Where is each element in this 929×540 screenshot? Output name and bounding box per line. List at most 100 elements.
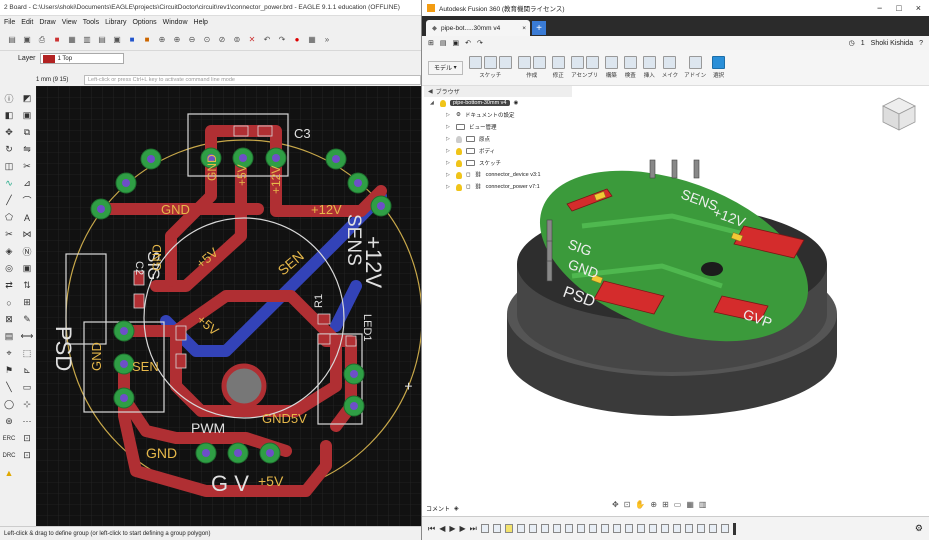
browser-item-sketches[interactable]: ▷ スケッチ	[424, 157, 572, 169]
script-icon[interactable]: ▦	[66, 34, 78, 46]
undo-icon[interactable]: ↶	[465, 39, 471, 47]
mark-icon[interactable]: ▣	[18, 107, 36, 124]
ribbon-addins[interactable]: アドイン	[684, 56, 706, 79]
redo-icon[interactable]: ↷	[477, 39, 483, 47]
visibility-bulb-icon[interactable]	[440, 99, 446, 107]
drc-errors-icon[interactable]: ⊡	[18, 447, 36, 464]
new-tab-button[interactable]: +	[532, 21, 546, 35]
open-icon[interactable]: ▤	[6, 34, 18, 46]
timeline-feature[interactable]	[576, 524, 585, 533]
menu-draw[interactable]: Draw	[39, 19, 55, 26]
layer-select[interactable]: 1 Top	[39, 53, 124, 64]
dimension-icon[interactable]: ⊾	[18, 362, 36, 379]
go-icon[interactable]: ▦	[306, 34, 318, 46]
viewports-icon[interactable]: ▥	[699, 500, 707, 509]
timeline-feature[interactable]	[708, 524, 717, 533]
comment-toggle-icon[interactable]: ◈	[454, 505, 459, 512]
zoom-redraw-icon[interactable]: ⊙	[201, 34, 213, 46]
copy-icon[interactable]: ⧉	[18, 124, 36, 141]
command-input[interactable]: Left-click or press Ctrl+L key to activa…	[84, 75, 421, 85]
timeline-feature[interactable]	[636, 524, 645, 533]
overflow-icon[interactable]: »	[321, 34, 333, 46]
tag-icon[interactable]: ⌖	[0, 345, 18, 362]
timeline-feature[interactable]	[588, 524, 597, 533]
step-back-icon[interactable]: ◀	[439, 524, 445, 533]
record-icon[interactable]: ◉	[514, 100, 519, 106]
timeline-feature[interactable]	[672, 524, 681, 533]
expand-icon[interactable]: ▷	[446, 184, 452, 190]
change-icon[interactable]: ✎	[18, 311, 36, 328]
document-tab[interactable]: ◆ pipe-bot.....30mm v4 ×	[426, 20, 530, 36]
swap-icon[interactable]: ⇅	[18, 277, 36, 294]
timeline-feature[interactable]	[528, 524, 537, 533]
ratsnest-tool-icon[interactable]: ⊹	[18, 396, 36, 413]
ribbon-sketch[interactable]: スケッチ	[468, 56, 512, 79]
workspace-selector[interactable]: モデル ▾	[428, 60, 463, 75]
sch-icon[interactable]: ■	[126, 34, 138, 46]
zoom-area-icon[interactable]: ⊘	[216, 34, 228, 46]
cam-icon[interactable]: ■	[51, 34, 63, 46]
warning-icon[interactable]: ▲	[0, 464, 18, 481]
close-icon[interactable]: ×	[916, 3, 921, 13]
step-forward-icon[interactable]: ▶	[460, 524, 466, 533]
rotate-icon[interactable]: ↻	[0, 141, 18, 158]
collapse-icon[interactable]: ◀	[428, 88, 433, 95]
rect-icon[interactable]: ▭	[18, 379, 36, 396]
visibility-bulb-icon[interactable]	[456, 171, 462, 179]
ribbon-make[interactable]: メイク	[662, 56, 678, 79]
errors-icon[interactable]: ⊡	[18, 430, 36, 447]
zoom-out-icon[interactable]: ⊖	[186, 34, 198, 46]
undo-icon[interactable]: ↶	[261, 34, 273, 46]
grid-icon[interactable]: ▦	[686, 500, 694, 509]
look-at-icon[interactable]: ⊡	[624, 500, 631, 509]
ripup-icon[interactable]: ⊿	[18, 175, 36, 192]
display-settings-icon[interactable]: ▭	[674, 500, 682, 509]
ribbon-construct[interactable]: 構築	[604, 56, 618, 79]
pan-icon[interactable]: ✋	[635, 500, 645, 509]
stop-icon[interactable]: ●	[291, 34, 303, 46]
timeline-feature[interactable]	[540, 524, 549, 533]
save-icon[interactable]: ▣	[453, 39, 460, 47]
polygon-icon[interactable]: ⬠	[0, 209, 18, 226]
menu-file[interactable]: File	[4, 19, 15, 26]
timeline-feature[interactable]	[660, 524, 669, 533]
zoom-icon[interactable]: ⊕	[650, 500, 657, 509]
browser-item-origin[interactable]: ▷ 原点	[424, 133, 572, 145]
timeline-feature[interactable]	[564, 524, 573, 533]
erc-icon[interactable]: ▣	[111, 34, 123, 46]
expand-icon[interactable]: ▷	[446, 160, 452, 166]
timeline-feature[interactable]	[492, 524, 501, 533]
expand-icon[interactable]: ▷	[446, 124, 452, 130]
split-icon[interactable]: ✂	[0, 226, 18, 243]
browser-item-power[interactable]: ▷ ◻ ⛓ connector_power v7:1	[424, 181, 572, 193]
paste-icon[interactable]: ▤	[0, 328, 18, 345]
browser-root[interactable]: ◢ pipe-bottom-30mm v4 ◉	[424, 97, 572, 109]
go-start-icon[interactable]: ⏮	[428, 524, 435, 534]
maximize-icon[interactable]: □	[896, 3, 901, 13]
arc-icon[interactable]: ⌒	[18, 192, 36, 209]
menu-library[interactable]: Library	[105, 19, 126, 26]
via-icon[interactable]: ◎	[0, 260, 18, 277]
zoom-fit-icon[interactable]: ⊕	[156, 34, 168, 46]
group-icon[interactable]: ◫	[0, 158, 18, 175]
mirror-icon[interactable]: ⇋	[18, 141, 36, 158]
auto-icon[interactable]: ⊛	[0, 413, 18, 430]
expand-icon[interactable]: ◢	[430, 100, 436, 106]
ribbon-create[interactable]: 作成	[517, 56, 546, 79]
route-icon[interactable]: ∿	[0, 175, 18, 192]
file-icon[interactable]: ▤	[440, 39, 447, 47]
expand-icon[interactable]: ▷	[446, 136, 452, 142]
attribute-icon[interactable]: ⚑	[0, 362, 18, 379]
visibility-bulb-icon[interactable]	[456, 183, 462, 191]
redo-icon[interactable]: ↷	[276, 34, 288, 46]
menu-edit[interactable]: Edit	[21, 19, 33, 26]
menu-options[interactable]: Options	[132, 19, 156, 26]
signal-icon[interactable]: ⋯	[18, 413, 36, 430]
line-icon[interactable]: ╲	[0, 379, 18, 396]
go-end-icon[interactable]: ⏭	[470, 524, 477, 534]
browser-item-bodies[interactable]: ▷ ボディ	[424, 145, 572, 157]
tab-close-icon[interactable]: ×	[522, 25, 526, 32]
optimize-icon[interactable]: ⋈	[18, 226, 36, 243]
timeline-feature[interactable]	[516, 524, 525, 533]
ribbon-insert[interactable]: 挿入	[642, 56, 656, 79]
